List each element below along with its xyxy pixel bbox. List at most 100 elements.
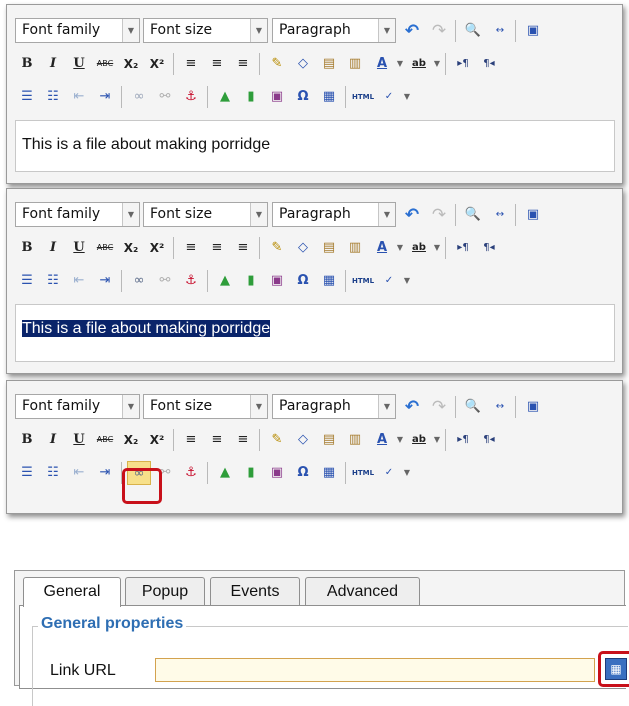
align-center-icon[interactable]: ≡ (205, 236, 229, 260)
undo-icon[interactable]: ↶ (400, 395, 424, 419)
find-icon[interactable]: 🔍 (461, 19, 485, 43)
eraser-icon[interactable]: ◇ (291, 52, 315, 76)
image-icon[interactable]: ▲ (213, 85, 237, 109)
media-icon[interactable]: ▮ (239, 85, 263, 109)
ltr-icon[interactable]: ▸¶ (451, 428, 475, 452)
paste-word-icon[interactable]: ▥ (343, 428, 367, 452)
image-icon[interactable]: ▲ (213, 461, 237, 485)
format-select[interactable]: Paragraph ▼ (272, 18, 396, 43)
superscript-icon[interactable]: X² (145, 52, 169, 76)
media-icon[interactable]: ▮ (239, 269, 263, 293)
bold-icon[interactable]: B (15, 428, 39, 452)
format-select[interactable]: Paragraph ▼ (272, 202, 396, 227)
subscript-icon[interactable]: X₂ (119, 428, 143, 452)
superscript-icon[interactable]: X² (145, 236, 169, 260)
numbered-list-icon[interactable]: ☷ (41, 269, 65, 293)
ltr-icon[interactable]: ▸¶ (451, 52, 475, 76)
fullscreen-icon[interactable]: ▣ (521, 395, 545, 419)
unlink-icon[interactable]: ⚯ (153, 85, 177, 109)
link-icon[interactable]: ∞ (127, 85, 151, 109)
paste-text-icon[interactable]: ▤ (317, 428, 341, 452)
italic-icon[interactable]: I (41, 236, 65, 260)
template-icon[interactable]: ▦ (317, 461, 341, 485)
insert-icon[interactable]: ▣ (265, 461, 289, 485)
numbered-list-icon[interactable]: ☷ (41, 461, 65, 485)
paste-word-icon[interactable]: ▥ (343, 52, 367, 76)
subscript-icon[interactable]: X₂ (119, 236, 143, 260)
chevron-down-icon[interactable]: ▼ (394, 52, 406, 76)
chevron-down-icon[interactable]: ▼ (401, 461, 413, 485)
link-icon[interactable]: ∞ (127, 269, 151, 293)
indent-icon[interactable]: ⇥ (93, 461, 117, 485)
italic-icon[interactable]: I (41, 52, 65, 76)
unlink-icon[interactable]: ⚯ (153, 269, 177, 293)
align-center-icon[interactable]: ≡ (205, 52, 229, 76)
chevron-down-icon[interactable]: ▼ (431, 428, 443, 452)
redo-icon[interactable]: ↷ (427, 19, 451, 43)
chevron-down-icon[interactable]: ▼ (394, 428, 406, 452)
media-icon[interactable]: ▮ (239, 461, 263, 485)
numbered-list-icon[interactable]: ☷ (41, 85, 65, 109)
align-right-icon[interactable]: ≡ (231, 52, 255, 76)
underline-icon[interactable]: U (67, 52, 91, 76)
template-icon[interactable]: ▦ (317, 269, 341, 293)
html-icon[interactable]: HTML (351, 461, 375, 485)
bold-icon[interactable]: B (15, 52, 39, 76)
font-family-select[interactable]: Font family ▼ (15, 394, 140, 419)
anchor-icon[interactable]: ⚓ (179, 269, 203, 293)
align-left-icon[interactable]: ≡ (179, 52, 203, 76)
image-icon[interactable]: ▲ (213, 269, 237, 293)
find-icon[interactable]: 🔍 (461, 395, 485, 419)
underline-icon[interactable]: U (67, 428, 91, 452)
anchor-icon[interactable]: ⚓ (179, 461, 203, 485)
align-left-icon[interactable]: ≡ (179, 236, 203, 260)
tab-advanced[interactable]: Advanced (305, 577, 420, 605)
font-family-select[interactable]: Font family ▼ (15, 202, 140, 227)
font-size-select[interactable]: Font size ▼ (143, 394, 268, 419)
cleanup-icon[interactable]: ✎ (265, 52, 289, 76)
chevron-down-icon[interactable]: ▼ (431, 236, 443, 260)
chevron-down-icon[interactable]: ▼ (431, 52, 443, 76)
paste-word-icon[interactable]: ▥ (343, 236, 367, 260)
spellcheck-icon[interactable]: ✓ (377, 461, 401, 485)
paste-text-icon[interactable]: ▤ (317, 52, 341, 76)
rtl-icon[interactable]: ¶◂ (477, 428, 501, 452)
outdent-icon[interactable]: ⇤ (67, 85, 91, 109)
bold-icon[interactable]: B (15, 236, 39, 260)
html-icon[interactable]: HTML (351, 85, 375, 109)
replace-icon[interactable]: ↔ (488, 203, 512, 227)
backcolor-icon[interactable]: ab (407, 52, 431, 76)
forecolor-icon[interactable]: A (370, 428, 394, 452)
ltr-icon[interactable]: ▸¶ (451, 236, 475, 260)
spellcheck-icon[interactable]: ✓ (377, 85, 401, 109)
editor-content[interactable]: This is a file about making porridge (15, 120, 615, 172)
strikethrough-icon[interactable]: ABC (93, 428, 117, 452)
insert-icon[interactable]: ▣ (265, 85, 289, 109)
chevron-down-icon[interactable]: ▼ (401, 269, 413, 293)
charmap-icon[interactable]: Ω (291, 461, 315, 485)
html-icon[interactable]: HTML (351, 269, 375, 293)
indent-icon[interactable]: ⇥ (93, 85, 117, 109)
eraser-icon[interactable]: ◇ (291, 236, 315, 260)
anchor-icon[interactable]: ⚓ (179, 85, 203, 109)
redo-icon[interactable]: ↷ (427, 203, 451, 227)
align-left-icon[interactable]: ≡ (179, 428, 203, 452)
tab-events[interactable]: Events (210, 577, 300, 605)
align-right-icon[interactable]: ≡ (231, 236, 255, 260)
undo-icon[interactable]: ↶ (400, 203, 424, 227)
charmap-icon[interactable]: Ω (291, 269, 315, 293)
cleanup-icon[interactable]: ✎ (265, 236, 289, 260)
bullet-list-icon[interactable]: ☰ (15, 461, 39, 485)
undo-icon[interactable]: ↶ (400, 19, 424, 43)
forecolor-icon[interactable]: A (370, 236, 394, 260)
align-right-icon[interactable]: ≡ (231, 428, 255, 452)
charmap-icon[interactable]: Ω (291, 85, 315, 109)
bullet-list-icon[interactable]: ☰ (15, 269, 39, 293)
replace-icon[interactable]: ↔ (488, 19, 512, 43)
backcolor-icon[interactable]: ab (407, 236, 431, 260)
outdent-icon[interactable]: ⇤ (67, 269, 91, 293)
find-icon[interactable]: 🔍 (461, 203, 485, 227)
redo-icon[interactable]: ↷ (427, 395, 451, 419)
paste-text-icon[interactable]: ▤ (317, 236, 341, 260)
outdent-icon[interactable]: ⇤ (67, 461, 91, 485)
